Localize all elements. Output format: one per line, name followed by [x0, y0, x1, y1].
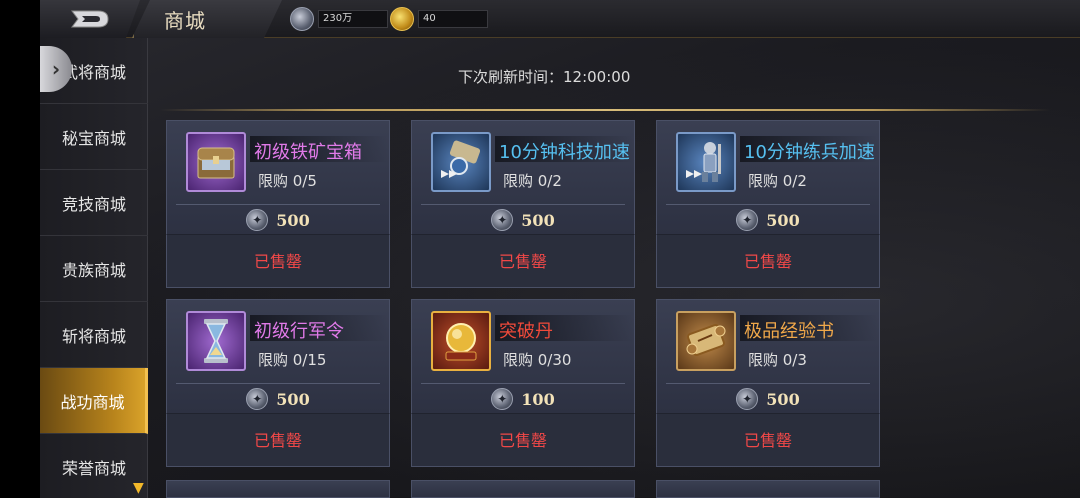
- card-divider: [421, 383, 625, 384]
- price-row: ✦ 500: [411, 208, 635, 232]
- card-divider: [666, 383, 870, 384]
- purchase-limit: 限购 0/2: [503, 172, 562, 190]
- divider-line: [160, 109, 1050, 111]
- silver-coin-icon: ✦: [246, 388, 269, 410]
- product-name: 突破丹: [499, 321, 553, 342]
- sidebar-item-merit-shop[interactable]: 战功商城: [40, 368, 148, 434]
- chevron-right-icon: ›: [51, 57, 61, 81]
- product-card-partial[interactable]: [166, 480, 390, 498]
- price-row: ✦ 500: [166, 208, 390, 232]
- silver-coin-icon: ✦: [491, 388, 514, 410]
- gold-amount: 40: [418, 10, 488, 28]
- resource-gold: 40: [390, 7, 488, 31]
- sold-out-label: 已售罄: [498, 431, 547, 450]
- sidebar-item-label: 斩将商城: [61, 326, 126, 346]
- sidebar-item-treasure-shop[interactable]: 秘宝商城: [40, 104, 148, 170]
- card-divider: [666, 204, 870, 205]
- sidebar-item-label: 荣誉商城: [61, 458, 126, 478]
- product-price: 100: [521, 389, 555, 409]
- back-arrow-icon: [71, 10, 109, 28]
- resource-silver: 230万: [290, 7, 388, 31]
- product-price: 500: [276, 389, 310, 409]
- sidebar-item-noble-shop[interactable]: 贵族商城: [40, 236, 148, 302]
- purchase-limit: 限购 0/5: [258, 172, 317, 190]
- card-divider: [176, 383, 380, 384]
- gold-ingot-icon: [390, 7, 414, 31]
- silver-coin-icon: [290, 7, 314, 31]
- silver-coin-icon: ✦: [736, 388, 759, 410]
- price-row: ✦ 500: [656, 208, 880, 232]
- product-price: 500: [276, 210, 310, 230]
- product-card-partial[interactable]: [656, 480, 880, 498]
- product-card[interactable]: 初级行军令 限购 0/15 ✦ 500 已售罄: [166, 299, 390, 467]
- product-card[interactable]: 突破丹 限购 0/30 ✦ 100 已售罄: [411, 299, 635, 467]
- top-bar: 商城 230万 40: [40, 0, 1080, 38]
- sidebar-item-honor-shop[interactable]: 荣誉商城: [40, 434, 148, 498]
- purchase-limit: 限购 0/30: [503, 351, 572, 369]
- tech-speedup-icon: [431, 132, 491, 192]
- price-row: ✦ 500: [656, 387, 880, 411]
- product-price: 500: [521, 210, 555, 230]
- product-card[interactable]: 10分钟练兵加速 限购 0/2 ✦ 500 已售罄: [656, 120, 880, 288]
- silver-coin-icon: ✦: [736, 209, 759, 231]
- card-divider: [421, 204, 625, 205]
- purchase-limit: 限购 0/15: [258, 351, 327, 369]
- price-row: ✦ 100: [411, 387, 635, 411]
- silver-amount: 230万: [318, 10, 388, 28]
- price-row: ✦ 500: [166, 387, 390, 411]
- sidebar-item-slay-shop[interactable]: 斩将商城: [40, 302, 148, 368]
- product-card[interactable]: 10分钟科技加速 限购 0/2 ✦ 500 已售罄: [411, 120, 635, 288]
- page-title: 商城: [164, 9, 206, 33]
- sold-out-label: 已售罄: [498, 252, 547, 271]
- product-name: 10分钟练兵加速: [744, 142, 875, 163]
- sidebar-item-label: 战功商城: [60, 392, 125, 412]
- product-name: 初级行军令: [254, 321, 344, 342]
- hourglass-icon: [186, 311, 246, 371]
- refresh-time: 下次刷新时间：12:00:00: [458, 68, 631, 86]
- purchase-limit: 限购 0/3: [748, 351, 807, 369]
- training-speedup-icon: [676, 132, 736, 192]
- golden-pill-icon: [431, 311, 491, 371]
- left-strip: [0, 0, 40, 498]
- treasure-chest-icon: [186, 132, 246, 192]
- product-price: 500: [766, 389, 800, 409]
- product-card[interactable]: 极品经验书 限购 0/3 ✦ 500 已售罄: [656, 299, 880, 467]
- sidebar-item-label: 竞技商城: [61, 194, 126, 214]
- product-card[interactable]: 初级铁矿宝箱 限购 0/5 ✦ 500 已售罄: [166, 120, 390, 288]
- sidebar-item-label: 贵族商城: [61, 260, 126, 280]
- product-price: 500: [766, 210, 800, 230]
- silver-coin-icon: ✦: [246, 209, 269, 231]
- sidebar-item-label: 秘宝商城: [61, 128, 126, 148]
- shop-sidebar: 武将商城 秘宝商城 竞技商城 贵族商城 斩将商城 战功商城 荣誉商城: [40, 38, 148, 498]
- sold-out-label: 已售罄: [743, 252, 792, 271]
- title-tab: 商城: [132, 0, 282, 38]
- product-name: 初级铁矿宝箱: [254, 142, 362, 163]
- exp-scroll-icon: [676, 311, 736, 371]
- purchase-limit: 限购 0/2: [748, 172, 807, 190]
- shop-screen: 商城 230万 40 武将商城 秘宝商城 竞技商城 贵族商城 斩将商城 战功商城…: [0, 0, 1080, 498]
- product-card-partial[interactable]: [411, 480, 635, 498]
- chevron-down-icon[interactable]: ▼: [133, 480, 144, 496]
- back-button[interactable]: [40, 0, 140, 38]
- sold-out-label: 已售罄: [253, 431, 302, 450]
- card-divider: [176, 204, 380, 205]
- silver-coin-icon: ✦: [491, 209, 514, 231]
- sold-out-label: 已售罄: [743, 431, 792, 450]
- sidebar-item-arena-shop[interactable]: 竞技商城: [40, 170, 148, 236]
- product-name: 10分钟科技加速: [499, 142, 630, 163]
- sold-out-label: 已售罄: [253, 252, 302, 271]
- product-name: 极品经验书: [744, 321, 834, 342]
